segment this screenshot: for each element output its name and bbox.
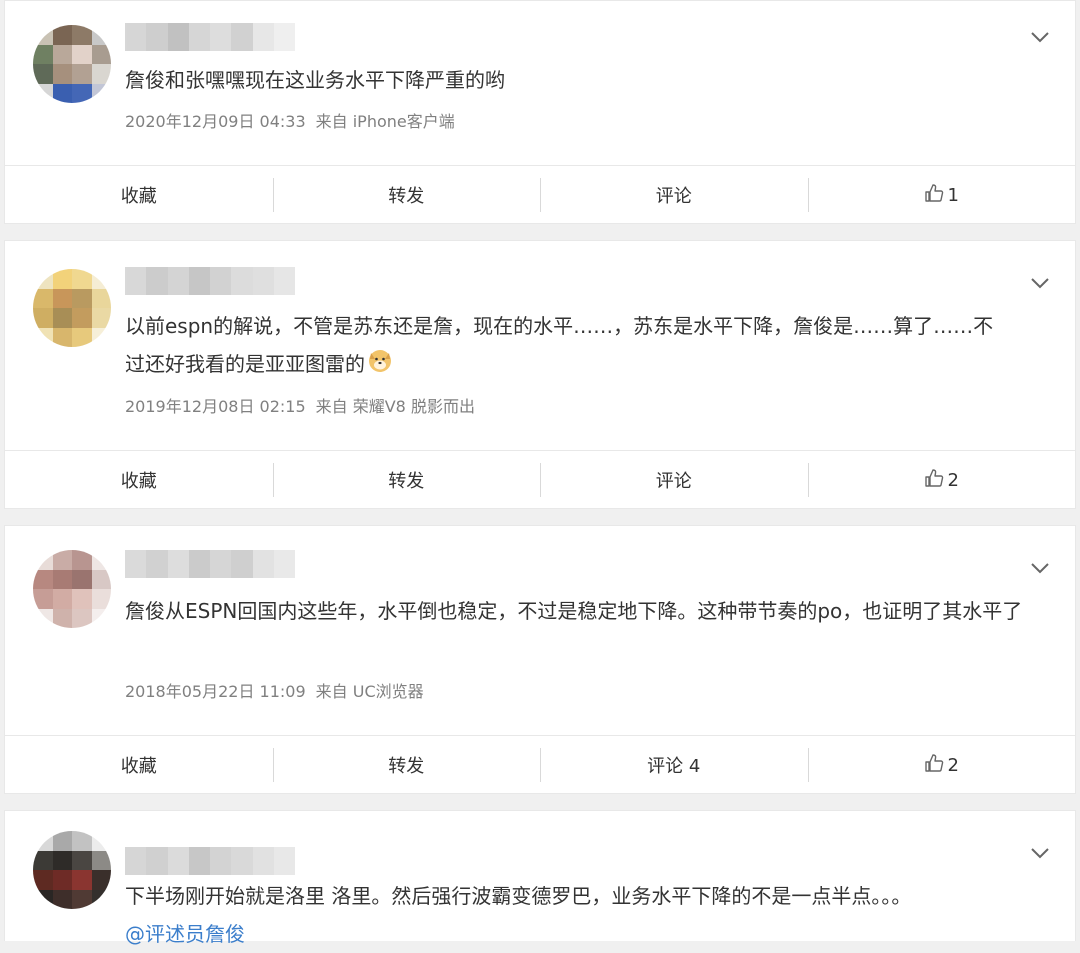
avatar[interactable]: [33, 269, 111, 347]
like-button[interactable]: 2: [807, 736, 1076, 794]
like-count: 2: [947, 754, 959, 776]
username-blurred[interactable]: [125, 847, 295, 875]
like-count: 1: [947, 184, 959, 206]
post-source[interactable]: 来自 荣耀V8 脱影而出: [316, 397, 475, 416]
post-text: 以前espn的解说，不管是苏东还是詹，现在的水平……，苏东是水平下降，詹俊是………: [125, 307, 1005, 385]
favorite-button[interactable]: 收藏: [5, 736, 273, 794]
post-source[interactable]: 来自 UC浏览器: [316, 682, 424, 701]
post-meta: 2018年05月22日 11:09 来自 UC浏览器: [125, 678, 424, 702]
post-time[interactable]: 2020年12月09日 04:33: [125, 112, 306, 131]
thumbs-up-icon: [924, 753, 944, 778]
post-card: 下半场刚开始就是洛里 洛里。然后强行波霸变德罗巴，业务水平下降的不是一点半点。。…: [4, 810, 1076, 946]
action-bar: 收藏 转发 评论 4 2: [5, 735, 1075, 794]
mention-link[interactable]: @评述员詹俊: [125, 915, 1015, 953]
doge-emoji-icon: [367, 347, 393, 385]
chevron-down-icon[interactable]: [1031, 31, 1049, 49]
avatar[interactable]: [33, 831, 111, 909]
comment-button[interactable]: 评论 4: [540, 736, 808, 794]
post-text: 詹俊和张嘿嘿现在这业务水平下降严重的哟: [125, 68, 505, 92]
action-bar: 收藏 转发 评论 1: [5, 165, 1075, 224]
repost-button[interactable]: 转发: [272, 736, 541, 794]
avatar[interactable]: [33, 25, 111, 103]
like-count: 2: [947, 469, 959, 491]
comment-button[interactable]: 评论: [540, 166, 808, 224]
like-button[interactable]: 2: [807, 451, 1076, 509]
post-time[interactable]: 2019年12月08日 02:15: [125, 397, 306, 416]
repost-button[interactable]: 转发: [272, 451, 541, 509]
username-blurred[interactable]: [125, 267, 295, 295]
post-time[interactable]: 2018年05月22日 11:09: [125, 682, 306, 701]
post-card: 詹俊从ESPN回国内这些年，水平倒也稳定，不过是稳定地下降。这种带节奏的po，也…: [4, 525, 1076, 794]
thumbs-up-icon: [924, 468, 944, 493]
post-meta: 2020年12月09日 04:33 来自 iPhone客户端: [125, 108, 455, 132]
chevron-down-icon[interactable]: [1031, 562, 1049, 580]
post-text: 下半场刚开始就是洛里 洛里。然后强行波霸变德罗巴，业务水平下降的不是一点半点。。…: [125, 884, 912, 908]
username-blurred[interactable]: [125, 23, 295, 51]
favorite-button[interactable]: 收藏: [5, 166, 273, 224]
post-meta: 2019年12月08日 02:15 来自 荣耀V8 脱影而出: [125, 393, 475, 417]
post-card: 詹俊和张嘿嘿现在这业务水平下降严重的哟 2020年12月09日 04:33 来自 …: [4, 0, 1076, 224]
favorite-button[interactable]: 收藏: [5, 451, 273, 509]
post-text: 詹俊从ESPN回国内这些年，水平倒也稳定，不过是稳定地下降。这种带节奏的po，也…: [125, 599, 1023, 623]
repost-button[interactable]: 转发: [272, 166, 541, 224]
thumbs-up-icon: [924, 183, 944, 208]
action-bar: 收藏 转发 评论 2: [5, 450, 1075, 509]
comment-button[interactable]: 评论: [540, 451, 808, 509]
chevron-down-icon[interactable]: [1031, 277, 1049, 295]
post-card: 以前espn的解说，不管是苏东还是詹，现在的水平……，苏东是水平下降，詹俊是………: [4, 240, 1076, 509]
avatar[interactable]: [33, 550, 111, 628]
like-button[interactable]: 1: [807, 166, 1076, 224]
post-source[interactable]: 来自 iPhone客户端: [316, 112, 455, 131]
chevron-down-icon[interactable]: [1031, 847, 1049, 865]
username-blurred[interactable]: [125, 550, 295, 578]
